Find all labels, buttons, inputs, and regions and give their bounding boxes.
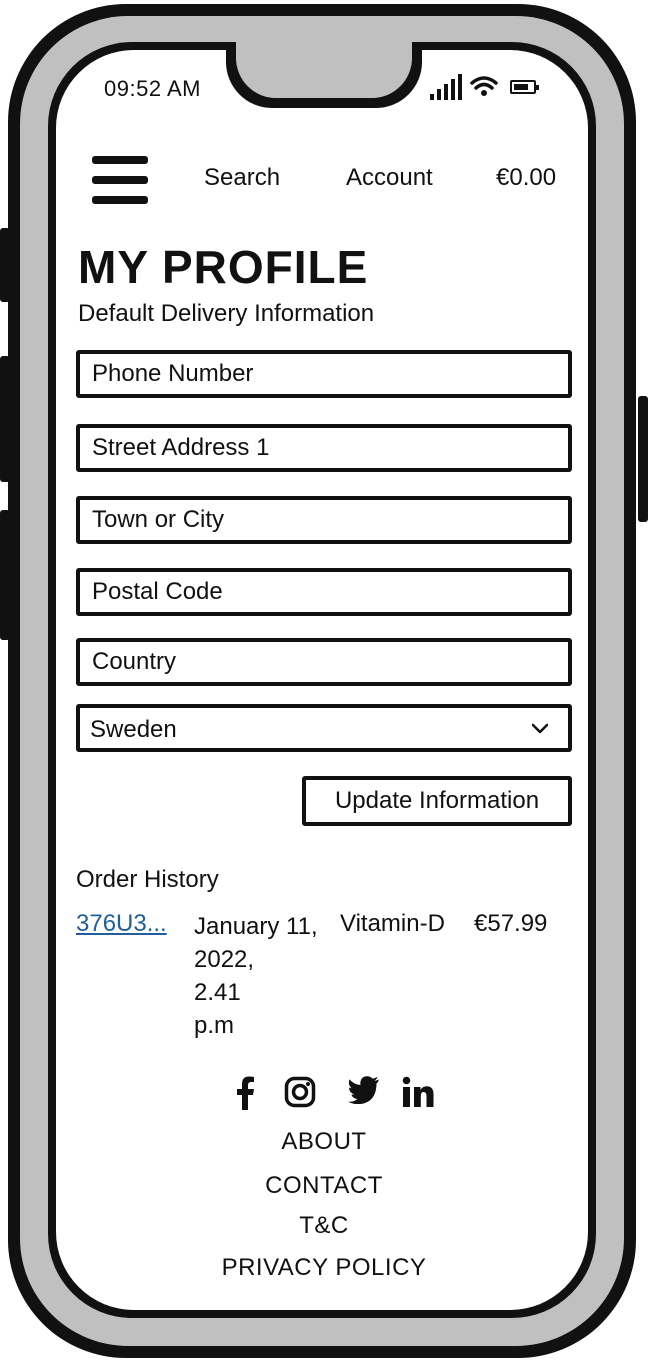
wifi-icon: [470, 76, 498, 96]
footer-link-contact[interactable]: CONTACT: [0, 1172, 648, 1200]
phone-number-field[interactable]: [76, 350, 572, 398]
country-field[interactable]: [76, 638, 572, 686]
order-date-line: 2.41: [194, 979, 241, 1006]
notch-fill: [236, 38, 412, 98]
street-address-field[interactable]: [76, 424, 572, 472]
town-city-field[interactable]: [76, 496, 572, 544]
chevron-down-icon: [531, 723, 549, 734]
order-product: Vitamin-D: [340, 910, 445, 937]
page-title: MY PROFILE: [78, 241, 369, 293]
section-subtitle: Default Delivery Information: [78, 300, 375, 327]
order-date-line: 2022,: [194, 946, 255, 973]
nav-account-link[interactable]: Account: [346, 164, 433, 192]
linkedin-icon[interactable]: [402, 1076, 434, 1108]
facebook-icon[interactable]: [234, 1076, 256, 1110]
twitter-icon[interactable]: [348, 1076, 380, 1104]
postal-code-field[interactable]: [76, 568, 572, 616]
country-select[interactable]: Sweden: [76, 704, 572, 752]
hamburger-menu-icon[interactable]: [92, 156, 148, 206]
country-select-value: Sweden: [90, 716, 177, 743]
footer-link-privacy-policy[interactable]: PRIVACY POLICY: [0, 1254, 648, 1282]
power-button: [638, 396, 648, 522]
footer-link-terms[interactable]: T&C: [0, 1212, 648, 1240]
instagram-icon[interactable]: [284, 1076, 316, 1108]
order-date-line: p.m: [194, 1012, 235, 1039]
status-time: 09:52 AM: [104, 76, 201, 101]
order-date: January 11, 2022, 2.41 p.m: [194, 910, 324, 1042]
battery-icon: [510, 80, 539, 94]
footer-link-about[interactable]: ABOUT: [0, 1128, 648, 1156]
order-history-title: Order History: [76, 866, 219, 893]
order-total: €57.99: [474, 910, 548, 937]
order-date-line: January 11,: [194, 913, 318, 940]
order-id-link[interactable]: 376U3...: [76, 910, 167, 938]
nav-cart-total[interactable]: €0.00: [496, 164, 556, 192]
signal-icon: [430, 74, 462, 100]
nav-search-link[interactable]: Search: [204, 164, 280, 192]
update-information-button[interactable]: Update Information: [302, 776, 572, 826]
